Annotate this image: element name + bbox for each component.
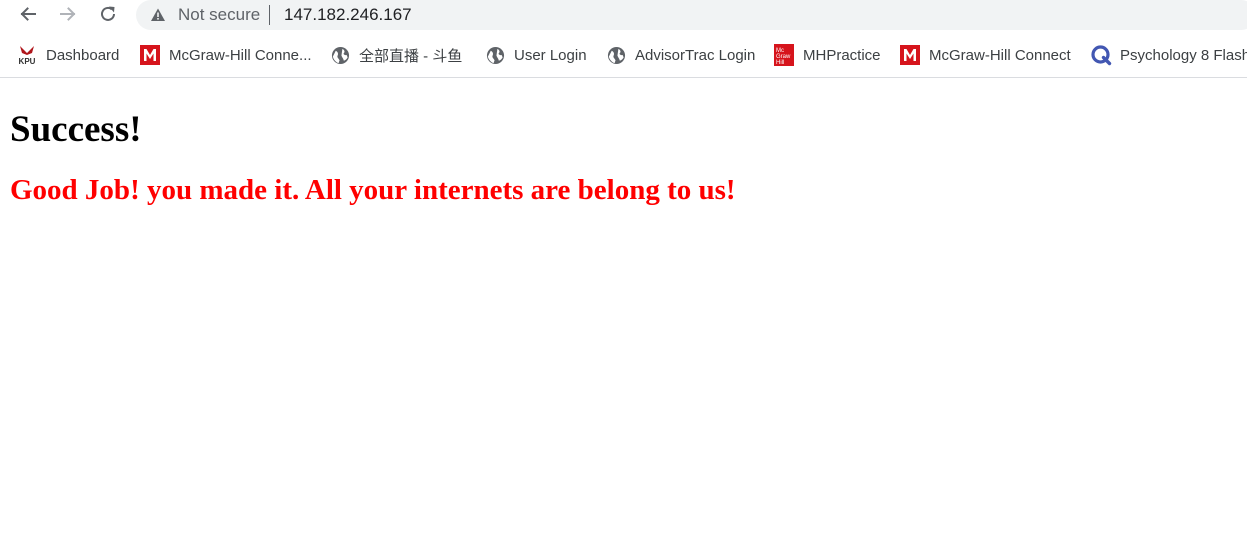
page-content: Success! Good Job! you made it. All your…	[10, 108, 1240, 208]
globe-icon	[605, 44, 627, 66]
quizlet-q-icon	[1090, 44, 1112, 66]
mcgraw-hill-m-icon	[899, 44, 921, 66]
security-status-label[interactable]: Not secure	[178, 5, 260, 25]
bookmark-advisortrac-login[interactable]: AdvisorTrac Login	[605, 42, 755, 68]
bookmark-label: User Login	[514, 46, 587, 64]
bookmark-label: McGraw-Hill Conne...	[169, 46, 312, 64]
back-button[interactable]	[16, 2, 40, 26]
bookmark-mhpractice[interactable]: Mc Graw Hill MHPractice	[773, 42, 881, 68]
bookmark-user-login[interactable]: User Login	[484, 42, 587, 68]
reload-icon	[101, 6, 115, 21]
bookmark-mcgraw-hill-connect[interactable]: McGraw-Hill Connect	[899, 42, 1071, 68]
mcgraw-hill-book-icon: Mc Graw Hill	[773, 44, 795, 66]
arrow-right-icon	[60, 7, 76, 21]
globe-icon	[329, 44, 351, 66]
bookmark-douyu-live[interactable]: 全部直播 - 斗鱼	[329, 42, 462, 68]
page-heading: Success!	[10, 109, 142, 150]
bookmark-psychology-flashcards[interactable]: Psychology 8 Flashc	[1090, 42, 1247, 68]
mcgraw-hill-m-icon	[139, 44, 161, 66]
arrow-left-icon	[20, 7, 36, 21]
bookmark-label: Dashboard	[46, 46, 120, 64]
bookmark-label: Psychology 8 Flashc	[1120, 46, 1247, 64]
kpu-logo-icon: KPU	[16, 44, 38, 66]
bookmark-label: 全部直播 - 斗鱼	[359, 47, 463, 65]
success-message: Good Job! you made it. All your internet…	[10, 174, 736, 206]
globe-icon	[484, 44, 506, 66]
browser-toolbar: Not secure 147.182.246.167	[0, 0, 1247, 32]
reload-button[interactable]	[96, 2, 120, 26]
svg-text:Hill: Hill	[776, 60, 784, 66]
bookmarks-divider	[0, 77, 1247, 78]
bookmark-mcgraw-hill-connect-short[interactable]: McGraw-Hill Conne...	[139, 42, 312, 68]
url-text[interactable]: 147.182.246.167	[284, 5, 412, 25]
bookmark-label: McGraw-Hill Connect	[929, 46, 1071, 64]
forward-button[interactable]	[56, 2, 80, 26]
bookmark-label: MHPractice	[803, 46, 881, 64]
address-bar[interactable]: Not secure 147.182.246.167	[136, 0, 1247, 30]
address-separator	[269, 5, 270, 25]
bookmarks-bar: KPU Dashboard McGraw-Hill Conne... 全部直播 …	[0, 38, 1247, 72]
bookmark-label: AdvisorTrac Login	[635, 46, 756, 64]
warning-triangle-icon[interactable]	[150, 7, 166, 23]
svg-text:KPU: KPU	[19, 57, 36, 66]
bookmark-dashboard[interactable]: KPU Dashboard	[16, 42, 119, 68]
